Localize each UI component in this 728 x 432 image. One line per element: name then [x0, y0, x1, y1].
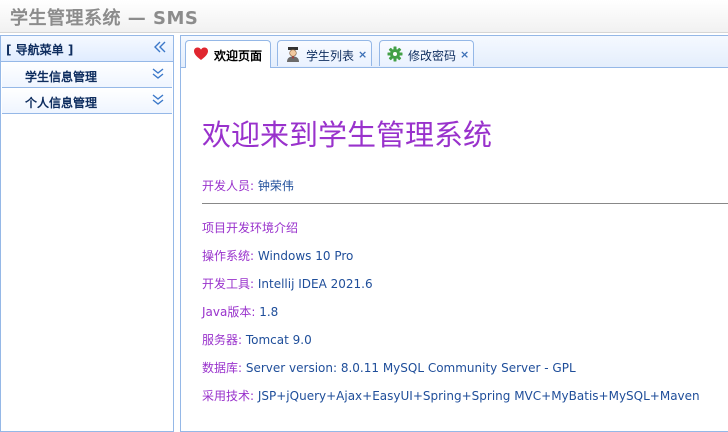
- env-value: Intellij IDEA 2021.6: [257, 277, 373, 291]
- close-icon[interactable]: ×: [358, 48, 367, 61]
- developer-line: 开发人员: 钟荣伟: [202, 177, 294, 194]
- tab-label: 修改密码: [408, 49, 457, 63]
- env-tech-line: 采用技术: JSP+jQuery+Ajax+EasyUI+Spring+Spri…: [202, 387, 700, 404]
- env-value: Tomcat 9.0: [245, 333, 312, 347]
- env-value: JSP+jQuery+Ajax+EasyUI+Spring+Spring MVC…: [257, 389, 700, 403]
- sidebar-item-label: 学生信息管理: [25, 70, 98, 84]
- divider: [202, 203, 728, 204]
- sidebar-item-student-info[interactable]: 学生信息管理: [2, 62, 172, 88]
- nav-sidebar: [ 导航菜单 ] 学生信息管理 个人信息管理: [0, 35, 174, 432]
- gear-icon: [387, 46, 403, 62]
- tab-label: 欢迎页面: [214, 49, 263, 63]
- sidebar-item-label: 个人信息管理: [25, 96, 98, 110]
- collapse-left-icon[interactable]: [153, 40, 167, 54]
- env-db-line: 数据库: Server version: 8.0.11 MySQL Commun…: [202, 359, 576, 376]
- chevron-double-down-icon[interactable]: [151, 93, 165, 107]
- tab-change-password[interactable]: 修改密码 ×: [379, 40, 474, 66]
- sidebar-header: [ 导航菜单 ]: [1, 36, 173, 62]
- env-os-line: 操作系统: Windows 10 Pro: [202, 247, 353, 264]
- env-value: Server version: 8.0.11 MySQL Community S…: [245, 361, 576, 375]
- tab-bar: 欢迎页面 学生列表 × 修改密码 ×: [181, 36, 728, 68]
- env-value: 1.8: [259, 305, 279, 319]
- sidebar-title: [ 导航菜单 ]: [6, 43, 74, 57]
- env-ide-line: 开发工具: Intellij IDEA 2021.6: [202, 275, 373, 292]
- main-content: 欢迎页面 学生列表 × 修改密码 × 欢迎来到学生管理系统 开发人员: 钟荣伟 …: [180, 35, 728, 432]
- env-label: Java版本:: [202, 305, 260, 319]
- env-label: 服务器:: [202, 333, 246, 347]
- developer-label: 开发人员:: [202, 179, 258, 193]
- app-header: 学生管理系统 — SMS: [0, 0, 728, 33]
- env-label: 采用技术:: [202, 389, 258, 403]
- env-label: 数据库:: [202, 361, 246, 375]
- heart-icon: [194, 47, 208, 60]
- chevron-double-down-icon[interactable]: [151, 67, 165, 81]
- env-label: 开发工具:: [202, 277, 258, 291]
- tab-student-list[interactable]: 学生列表 ×: [277, 40, 372, 66]
- student-icon: [287, 47, 299, 62]
- tab-label: 学生列表: [306, 49, 355, 63]
- close-icon[interactable]: ×: [460, 48, 469, 61]
- env-intro: 项目开发环境介绍: [202, 221, 299, 235]
- app-title: 学生管理系统 — SMS: [10, 8, 199, 29]
- tab-welcome[interactable]: 欢迎页面: [185, 40, 271, 68]
- env-label: 操作系统:: [202, 249, 258, 263]
- sidebar-item-personal-info[interactable]: 个人信息管理: [2, 88, 172, 114]
- welcome-heading: 欢迎来到学生管理系统: [202, 118, 493, 152]
- developer-value: 钟荣伟: [257, 179, 294, 193]
- env-server-line: 服务器: Tomcat 9.0: [202, 331, 312, 348]
- env-java-line: Java版本: 1.8: [202, 303, 278, 320]
- env-value: Windows 10 Pro: [257, 249, 354, 263]
